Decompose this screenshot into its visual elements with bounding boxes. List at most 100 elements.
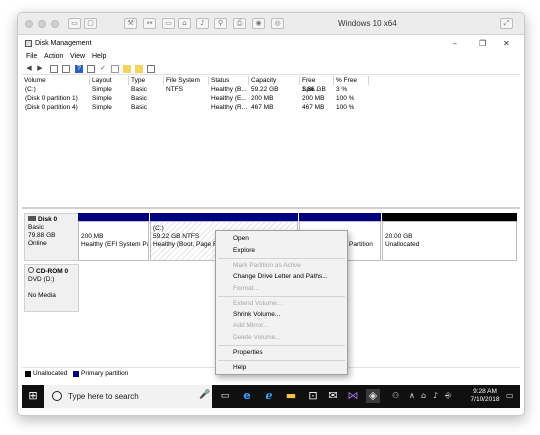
menu-help[interactable]: Help <box>233 364 246 372</box>
col-free-space[interactable]: Free Spa... <box>300 76 334 93</box>
cd-drive-icon <box>28 267 34 273</box>
drive-icon[interactable]: ▭ <box>162 18 175 29</box>
minimize-icon[interactable]: – <box>453 39 457 48</box>
menu-action[interactable]: Action <box>44 53 63 60</box>
list-icon[interactable] <box>62 65 70 73</box>
edge-icon[interactable]: e <box>240 389 254 403</box>
back-icon[interactable]: ◀ <box>25 65 33 73</box>
people-icon[interactable]: ⚇ <box>392 391 399 400</box>
legend-swatch-primary <box>73 371 79 377</box>
menu-explore[interactable]: Explore <box>233 247 255 255</box>
col-percent-free[interactable]: % Free <box>334 76 369 85</box>
maximize-icon[interactable]: ❐ <box>479 39 486 48</box>
volume-icon[interactable]: ♪ <box>433 391 438 400</box>
menu-change-drive-letter[interactable]: Change Drive Letter and Paths... <box>233 273 328 281</box>
partition-efi[interactable]: 200 MB Healthy (EFI System Par <box>78 221 149 261</box>
col-type[interactable]: Type <box>129 76 164 85</box>
partition-status: Healthy (EFI System Par <box>81 241 149 248</box>
cdrom-0-name-row: CD-ROM 0 <box>28 267 75 276</box>
vm-titlebar: ▭ ▢ ⚒ ↔ ▭ ⌂ ♪ ⚲ ⎙ ◉ ◎ Windows 10 x64 ⤢ <box>18 13 524 35</box>
cell-type: Basic <box>131 86 147 93</box>
connect-icon[interactable]: ✓ <box>99 65 107 73</box>
microphone-icon[interactable]: 🎤 <box>199 390 210 400</box>
chevron-up-icon[interactable]: ∧ <box>409 391 415 400</box>
clock-time: 9:28 AM <box>473 388 497 395</box>
forward-icon[interactable]: ▶ <box>36 65 44 73</box>
cell-volume: (Disk 0 partition 4) <box>25 104 78 111</box>
col-file-system[interactable]: File System <box>164 76 209 85</box>
table-row[interactable]: (C:) Simple Basic NTFS Healthy (B... 59.… <box>22 85 520 94</box>
menu-format: Format... <box>233 285 260 292</box>
menu-extend-volume: Extend Volume... <box>233 300 283 307</box>
disk-0-status: Online <box>28 240 47 247</box>
legend-primary: Primary partition <box>81 370 129 377</box>
sound-icon[interactable]: ♪ <box>196 18 209 29</box>
store-icon[interactable]: ⊡ <box>306 389 320 403</box>
network-icon[interactable]: ⌂ <box>178 18 191 29</box>
legend-unallocated: Unallocated <box>33 370 68 377</box>
col-status[interactable]: Status <box>209 76 249 85</box>
page-icon[interactable] <box>111 65 119 73</box>
cell-capacity: 200 MB <box>251 95 274 102</box>
close-icon[interactable]: ✕ <box>503 39 510 48</box>
cdrom-0-label[interactable]: CD-ROM 0 DVD (D:) No Media <box>24 264 79 312</box>
camera-icon[interactable]: ◉ <box>252 18 265 29</box>
wrench-icon[interactable]: ⚒ <box>124 18 137 29</box>
lock-icon[interactable]: ▢ <box>84 18 97 29</box>
partition-status: Unallocated <box>385 241 420 248</box>
col-capacity[interactable]: Capacity <box>249 76 300 85</box>
search-box[interactable]: Type here to search 🎤 <box>44 385 212 408</box>
vmware-icon[interactable]: ◈ <box>366 389 380 403</box>
menu-file[interactable]: File <box>26 53 37 60</box>
show-tree-icon[interactable] <box>50 65 58 73</box>
search-placeholder: Type here to search <box>68 392 139 401</box>
folder-check-icon[interactable] <box>135 65 143 73</box>
cell-type: Basic <box>131 104 147 111</box>
partition-unallocated[interactable]: 20.00 GB Unallocated <box>382 221 517 261</box>
cell-layout: Simple <box>92 104 112 111</box>
sidebar-toggle-icon[interactable]: ▭ <box>68 18 81 29</box>
windows-start-icon[interactable]: ⊞ <box>26 389 40 403</box>
menu-shrink-volume[interactable]: Shrink Volume... <box>233 311 280 319</box>
mail-icon[interactable]: ✉ <box>326 389 340 403</box>
cd-icon[interactable]: ◎ <box>271 18 284 29</box>
close-traffic-light[interactable] <box>25 20 33 28</box>
clock[interactable]: 9:28 AM 7/10/2018 <box>468 388 502 404</box>
help-icon[interactable]: ? <box>75 65 83 73</box>
network-icon[interactable]: ⌂ <box>421 391 426 400</box>
vm-title: Windows 10 x64 <box>338 19 397 28</box>
properties-icon[interactable] <box>87 65 95 73</box>
table-row[interactable]: (Disk 0 partition 4) Simple Basic Health… <box>22 103 520 112</box>
menu-add-mirror: Add Mirror... <box>233 322 269 329</box>
cortana-circle-icon <box>52 391 62 401</box>
table-row[interactable]: (Disk 0 partition 1) Simple Basic Health… <box>22 94 520 103</box>
menu-open[interactable]: Open <box>233 235 249 243</box>
fullscreen-icon[interactable]: ⤢ <box>500 18 513 29</box>
menu-view[interactable]: View <box>70 53 85 60</box>
partition-3-bar <box>299 213 381 221</box>
col-layout[interactable]: Layout <box>90 76 129 85</box>
partition-label <box>81 225 146 233</box>
language-icon[interactable]: ⎆ <box>445 391 451 401</box>
partition-status: y Partition <box>344 241 373 248</box>
printer-icon[interactable]: ⎙ <box>233 18 246 29</box>
disk-0-label[interactable]: Disk 0 Basic 79.88 GB Online <box>24 213 79 261</box>
file-explorer-icon[interactable]: ▬ <box>284 389 298 403</box>
volume-list[interactable]: Volume Layout Type File System Status Ca… <box>22 76 520 209</box>
cdrom-0-type: DVD (D:) <box>28 276 55 283</box>
notifications-icon[interactable]: ▭ <box>506 391 514 400</box>
cell-volume: (C:) <box>25 86 36 93</box>
legend-swatch-unallocated <box>25 371 31 377</box>
task-view-icon[interactable]: ▭ <box>218 389 232 403</box>
ie-icon[interactable]: ℯ <box>262 389 276 403</box>
usb-icon[interactable]: ⚲ <box>214 18 227 29</box>
menu-properties[interactable]: Properties <box>233 349 263 357</box>
menu-help[interactable]: Help <box>92 53 106 60</box>
arrows-icon[interactable]: ↔ <box>143 18 156 29</box>
zoom-traffic-light[interactable] <box>51 20 59 28</box>
minimize-traffic-light[interactable] <box>38 20 46 28</box>
grid-icon[interactable] <box>147 65 155 73</box>
folder-icon[interactable] <box>123 65 131 73</box>
col-volume[interactable]: Volume <box>22 76 90 85</box>
visual-studio-icon[interactable]: ⋈ <box>346 389 360 403</box>
